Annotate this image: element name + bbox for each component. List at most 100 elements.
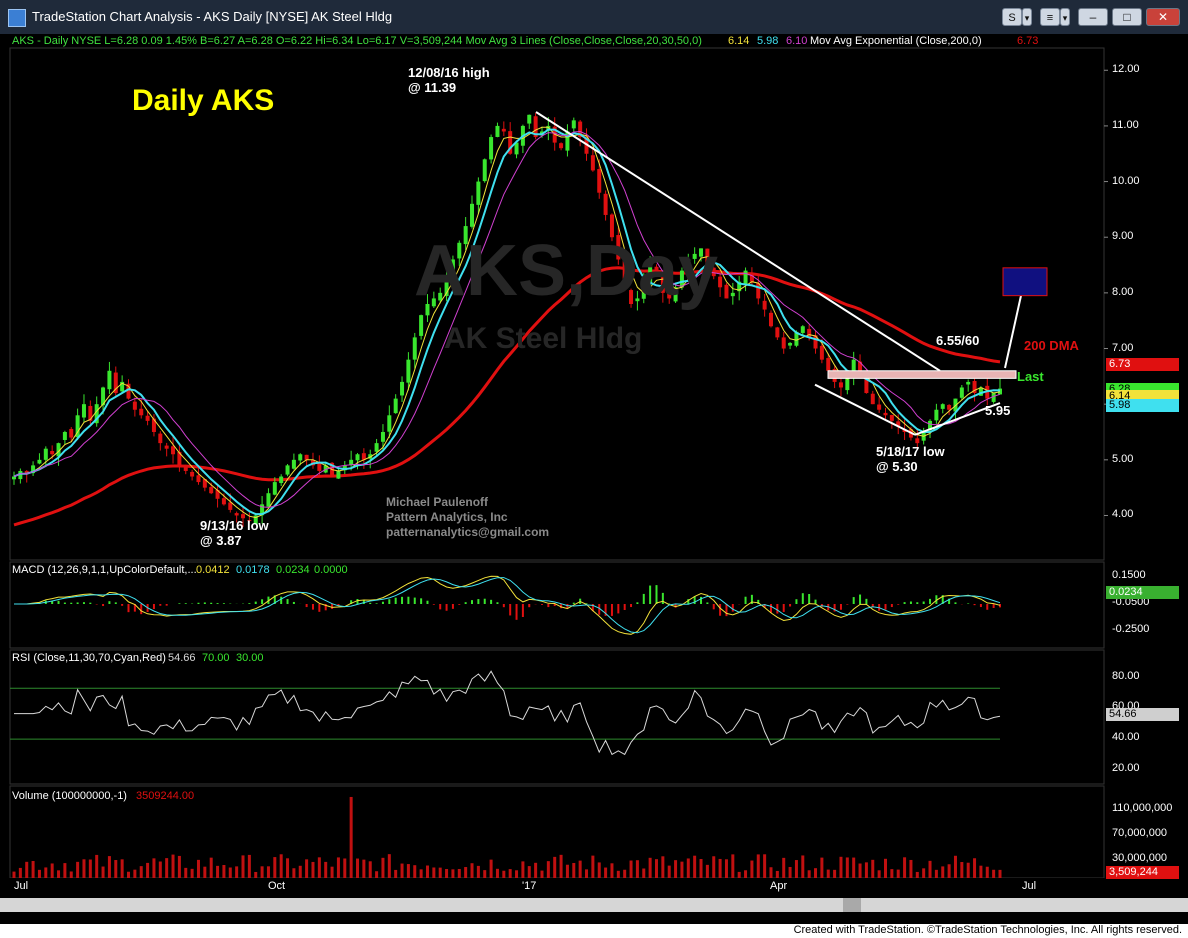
candle: [336, 467, 341, 479]
volume-bar: [788, 866, 792, 878]
symbol-link-dropdown[interactable]: ▾: [1022, 8, 1032, 26]
volume-bar: [515, 870, 519, 878]
volume-bar: [483, 870, 487, 878]
candle: [559, 142, 564, 151]
rsi-axis-40: 40.00: [1112, 731, 1140, 743]
candle: [24, 470, 29, 483]
symbol-header: AKS - Daily NYSE L=6.28 0.09 1.45% B=6.2…: [12, 35, 702, 47]
volume-bar: [18, 867, 22, 878]
volume-bar: [266, 866, 270, 878]
resistance-zone: [827, 370, 1017, 379]
candle: [590, 149, 595, 172]
rsi-axis-20: 20.00: [1112, 762, 1140, 774]
annotation-high: 12/08/16 high @ 11.39: [408, 65, 490, 95]
price-axis-label: 11.00: [1112, 118, 1139, 131]
menu-dropdown[interactable]: ▾: [1060, 8, 1070, 26]
volume-bar: [820, 857, 824, 878]
candle: [730, 282, 735, 305]
rsi-axis-80: 80.00: [1112, 670, 1140, 682]
candle-body: [947, 404, 952, 410]
volume-bar: [260, 866, 264, 878]
macd-axis-0: 0.1500: [1112, 569, 1146, 581]
volume-bar: [527, 866, 531, 878]
candle-body: [966, 381, 971, 385]
volume-bar: [419, 869, 423, 878]
volume-bar: [317, 857, 321, 878]
candle: [393, 394, 398, 414]
candle-body: [387, 415, 392, 432]
volume-bar: [349, 796, 353, 878]
volume-bar: [146, 862, 150, 878]
candle: [934, 403, 939, 424]
volume-bar: [750, 860, 754, 878]
rsi-oversold: 30.00: [236, 652, 264, 664]
close-button[interactable]: ✕: [1146, 8, 1180, 26]
candle: [400, 376, 405, 402]
symbol-link-button[interactable]: S: [1002, 8, 1022, 26]
candle-body: [43, 448, 48, 460]
volume-bar: [845, 857, 849, 878]
candle: [37, 453, 42, 465]
chart-window: TradeStation Chart Analysis - AKS Daily …: [0, 0, 1188, 938]
volume-bar: [934, 869, 938, 878]
volume-bar: [814, 868, 818, 878]
volume-bar: [724, 859, 728, 878]
app-icon: [8, 9, 26, 27]
volume-bar: [387, 854, 391, 878]
candle: [342, 460, 347, 475]
target-pointer: [1004, 295, 1022, 369]
candle: [81, 394, 86, 422]
rsi-line: [14, 670, 1001, 756]
volume-bar: [457, 868, 461, 878]
volume-bar: [476, 865, 480, 878]
volume-bar: [572, 862, 576, 878]
menu-button[interactable]: ≡: [1040, 8, 1060, 26]
candle: [31, 461, 36, 476]
candle-body: [590, 155, 595, 171]
volume-bar: [712, 856, 716, 878]
candle-body: [107, 370, 112, 390]
candle-body: [183, 465, 188, 471]
moving-average-2: [13, 130, 1001, 508]
volume-bar: [107, 856, 111, 878]
volume-bar: [890, 869, 894, 878]
candle-body: [164, 445, 169, 449]
candle: [266, 488, 271, 508]
volume-bar: [152, 858, 156, 878]
maximize-button[interactable]: □: [1112, 8, 1142, 26]
volume-bar: [330, 866, 334, 878]
volume-bar: [922, 868, 926, 878]
candle: [571, 117, 576, 132]
candle-body: [37, 459, 42, 464]
ema-label: Mov Avg Exponential (Close,200,0): [810, 35, 982, 47]
candle: [412, 332, 417, 369]
annotation-resistance: 6.55/60: [936, 333, 980, 348]
volume-bar: [686, 858, 690, 878]
macd-signal-value: 0.0178: [236, 564, 270, 576]
candle-body: [285, 465, 290, 475]
candle-body: [393, 398, 398, 414]
volume-bar: [737, 871, 741, 878]
candle-body: [171, 446, 176, 455]
volume-bar: [591, 855, 595, 878]
candle-body: [62, 432, 67, 440]
volume-bar: [286, 858, 290, 878]
candle: [190, 469, 195, 481]
volume-bar: [165, 858, 169, 878]
footer: Created with TradeStation. ©TradeStation…: [0, 924, 1188, 938]
volume-bar: [82, 859, 86, 878]
minimize-button[interactable]: –: [1078, 8, 1108, 26]
volume-bar: [794, 860, 798, 878]
candle: [597, 159, 602, 199]
volume-bar: [508, 869, 512, 878]
candle-body: [132, 401, 137, 410]
volume-bar: [324, 861, 328, 878]
volume-bar: [489, 859, 493, 878]
candle: [775, 326, 780, 340]
volume-bar: [718, 858, 722, 878]
candle-body: [419, 315, 424, 336]
volume-bar: [992, 869, 996, 878]
volume-bar: [973, 858, 977, 878]
volume-tag: 3,509,244: [1106, 866, 1179, 879]
watermark-symbol: AKS,Day: [414, 231, 719, 311]
